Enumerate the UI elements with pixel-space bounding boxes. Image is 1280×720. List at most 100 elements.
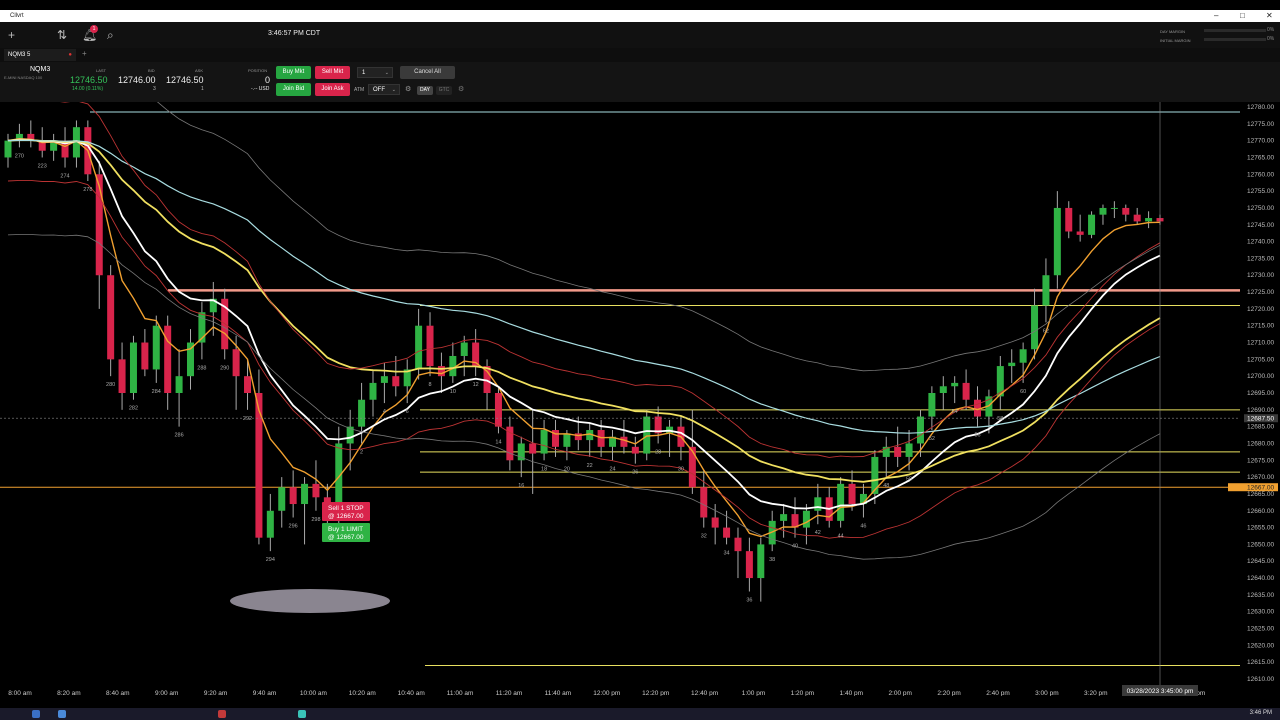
candle-body — [312, 483, 320, 498]
symbol: NQM3 — [30, 66, 51, 73]
gear-icon[interactable]: ⚙ — [405, 85, 411, 93]
candle-body — [723, 527, 731, 538]
candle-body — [871, 456, 879, 494]
candle-body — [129, 342, 137, 393]
search-icon[interactable]: ⌕ — [107, 28, 114, 43]
app-icon[interactable] — [58, 710, 66, 718]
bar-count-label: 286 — [174, 433, 183, 439]
bar-count-label: 2 — [360, 449, 363, 455]
x-tick-label: 12:40 pm — [691, 690, 718, 696]
quantity-select[interactable]: 1 ⌄ — [357, 67, 393, 78]
candle-body — [1088, 214, 1096, 235]
candle-body — [141, 342, 149, 370]
buy-market-button[interactable]: Buy Mkt — [276, 66, 311, 79]
bar-count-label: 48 — [883, 483, 889, 489]
bid-label: BID — [148, 68, 155, 73]
x-tick-label: 9:20 am — [204, 690, 228, 696]
candle-body — [563, 433, 571, 447]
app-icon[interactable] — [298, 710, 306, 718]
x-tick-label: 1:40 pm — [840, 690, 864, 696]
candle-body — [951, 382, 959, 387]
y-tick-label: 12730.00 — [1247, 272, 1274, 279]
bar-count-label: 8 — [428, 382, 431, 388]
tab-nqm3[interactable]: NQM3 5 ● — [4, 49, 76, 61]
candle-body — [1076, 231, 1084, 235]
tab-bar: NQM3 5 ● + — [0, 48, 1280, 62]
candle-body — [905, 443, 913, 457]
join-ask-button[interactable]: Join Ask — [315, 83, 350, 96]
y-tick-label: 12610.00 — [1247, 676, 1274, 683]
tif-gtc-toggle[interactable]: GTC — [436, 86, 452, 95]
candle-body — [780, 514, 788, 521]
sell-stop-order-tag[interactable]: Sell 1 STOP@ 12667.00 — [322, 502, 370, 521]
window-titlebar: Cllvrt – □ ✕ — [0, 10, 1280, 22]
bar-count-label: 62 — [1043, 328, 1049, 334]
candle-body — [837, 483, 845, 521]
candle-body — [1008, 362, 1016, 367]
candle-body — [4, 140, 12, 158]
x-tick-label: 10:00 am — [300, 690, 327, 696]
x-tick-label: 8:00 am — [8, 690, 32, 696]
bar-count-label: 290 — [220, 365, 229, 371]
candle-body — [426, 325, 434, 367]
gear-icon[interactable]: ⚙ — [458, 85, 464, 93]
app-icon[interactable] — [218, 710, 226, 718]
x-tick-label: 8:40 am — [106, 690, 130, 696]
candle-body — [1133, 214, 1141, 222]
candle-body — [232, 349, 240, 377]
close-icon[interactable]: ✕ — [1266, 10, 1273, 22]
maximize-icon[interactable]: □ — [1240, 10, 1245, 22]
x-tick-label: 11:20 am — [496, 690, 523, 696]
close-tab-icon[interactable]: ● — [68, 49, 72, 61]
y-tick-label: 12700.00 — [1247, 373, 1274, 380]
minimize-icon[interactable]: – — [1214, 10, 1218, 22]
bar-count-label: 298 — [311, 517, 320, 523]
candle-body — [494, 393, 502, 427]
sell-market-button[interactable]: Sell Mkt — [315, 66, 350, 79]
candle-body — [118, 359, 126, 393]
y-tick-label: 12630.00 — [1247, 609, 1274, 616]
symbol-description: E-MINI NASDAQ 100 — [4, 75, 43, 80]
join-bid-button[interactable]: Join Bid — [276, 83, 311, 96]
cancel-all-button[interactable]: Cancel All — [400, 66, 455, 79]
y-tick-label: 12645.00 — [1247, 558, 1274, 565]
plus-icon[interactable]: + — [8, 28, 15, 42]
chart-canvas[interactable]: 12780.00 12775.00 12770.00 12765.00 12760.00… — [0, 45, 1280, 697]
bar-count-label: 20 — [564, 466, 570, 472]
x-tick-label: 1:00 pm — [742, 690, 766, 696]
buy-limit-order-tag[interactable]: Buy 1 LIMIT@ 12667.00 — [322, 523, 370, 542]
candle-body — [152, 325, 160, 370]
candle-body — [107, 275, 115, 360]
y-tick-label: 12615.00 — [1247, 659, 1274, 666]
bar-count-label: 12 — [473, 382, 479, 388]
y-tick-label: 12695.00 — [1247, 390, 1274, 397]
candle-body — [894, 446, 902, 457]
highlight-ellipse — [230, 589, 390, 613]
band-line — [7, 179, 1161, 539]
add-tab-icon[interactable]: + — [82, 49, 87, 58]
bar-count-label: 58 — [997, 416, 1003, 422]
x-tick-label: 10:40 am — [398, 690, 425, 696]
bar-count-label: 60 — [1020, 389, 1026, 395]
y-tick-label: 12755.00 — [1247, 188, 1274, 195]
candle-body — [711, 517, 719, 528]
bar-count-label: 294 — [266, 557, 275, 563]
y-tick-label: 12705.00 — [1247, 356, 1274, 363]
candle-body — [278, 487, 286, 511]
tif-day-toggle[interactable]: DAY — [417, 86, 433, 95]
candle-body — [1031, 305, 1039, 350]
price-change: 14.00 (0.11%) — [72, 86, 104, 92]
quote-board: NQM3 E-MINI NASDAQ 100 LAST 12746.50 14.… — [0, 62, 1280, 102]
candle-body — [848, 483, 856, 505]
x-tick-label: 12:00 pm — [593, 690, 620, 696]
x-tick-label: 8:20 am — [57, 690, 81, 696]
price-chart[interactable]: 12780.00 12775.00 12770.00 12765.00 12760.00… — [0, 45, 1280, 697]
atm-select[interactable]: OFF ⌄ — [368, 84, 400, 95]
app-icon[interactable] — [32, 710, 40, 718]
transfer-icon[interactable]: ⇅ — [57, 28, 67, 42]
candle-body — [415, 325, 423, 370]
bar-count-label: 24 — [609, 466, 615, 472]
bar-count-label: 40 — [792, 544, 798, 550]
bar-count-label: 44 — [838, 534, 844, 540]
y-tick-label: 12740.00 — [1247, 239, 1274, 246]
